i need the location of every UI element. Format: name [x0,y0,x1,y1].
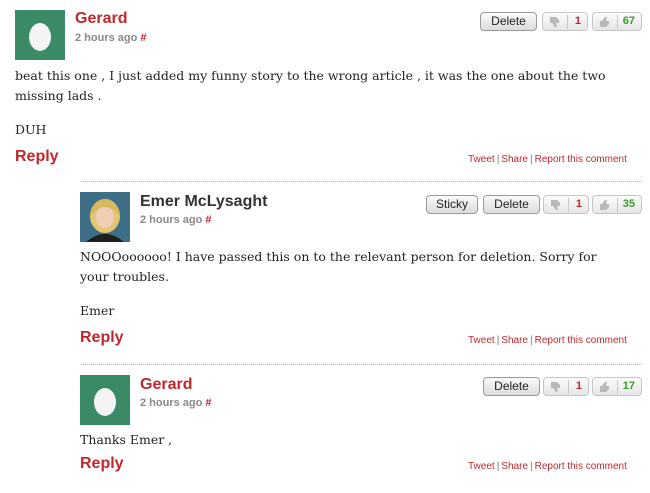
comment-timestamp: 2 hours ago # [140,214,211,226]
comment-body: NOOOoooooo! I have passed this on to the… [80,247,625,335]
thumbs-up-vote[interactable]: 67 [592,12,642,31]
share-link[interactable]: Share [501,461,528,472]
timestamp-text: 2 hours ago [140,214,203,226]
vote-up-count: 67 [622,15,635,27]
thumbs-down-vote[interactable]: 1 [543,377,589,396]
thumbs-down-icon [547,15,565,29]
thumbs-down-icon [548,198,566,212]
divider [81,181,642,182]
timestamp-text: 2 hours ago [140,397,203,409]
vote-up-count: 35 [622,198,635,210]
comment-author[interactable]: Gerard [75,10,127,28]
comment-author[interactable]: Emer McLysaght [140,193,267,211]
vote-down-count: 1 [575,198,582,210]
comment-timestamp: 2 hours ago # [75,32,146,44]
delete-button[interactable]: Delete [483,377,540,396]
permalink[interactable]: # [205,397,211,409]
thumbs-up-vote[interactable]: 35 [592,195,642,214]
report-link[interactable]: Report this comment [535,461,627,472]
permalink[interactable]: # [205,214,211,226]
vote-up-count: 17 [622,380,635,392]
comment-body: beat this one , I just added my funny st… [15,66,635,154]
comment-actions: Tweet | Share | Report this comment [468,154,627,165]
thumbs-down-icon [548,380,566,394]
egg-avatar-icon[interactable] [15,10,65,60]
delete-button[interactable]: Delete [480,12,537,31]
comment-actions: Tweet | Share | Report this comment [468,461,627,472]
thumbs-up-icon [597,380,615,394]
comment-actions: Tweet | Share | Report this comment [468,335,627,346]
thumbs-down-vote[interactable]: 1 [542,12,588,31]
tweet-link[interactable]: Tweet [468,461,495,472]
permalink[interactable]: # [140,32,146,44]
comment-paragraph: Emer [80,303,115,318]
vote-down-count: 1 [574,15,581,27]
reply-button[interactable]: Reply [80,329,124,347]
reply-button[interactable]: Reply [15,148,59,166]
timestamp-text: 2 hours ago [75,32,138,44]
comment-paragraph: beat this one , I just added my funny st… [15,68,606,103]
vote-down-count: 1 [575,380,582,392]
comment-timestamp: 2 hours ago # [140,397,211,409]
thumbs-up-icon [597,198,615,212]
delete-button[interactable]: Delete [483,195,540,214]
comment-author[interactable]: Gerard [140,376,192,394]
comment-paragraph: Thanks Emer , [80,432,173,447]
tweet-link[interactable]: Tweet [468,154,495,165]
user-photo-avatar[interactable] [80,192,130,242]
comment-paragraph: NOOOoooooo! I have passed this on to the… [80,249,597,284]
divider [81,364,642,365]
report-link[interactable]: Report this comment [535,154,627,165]
egg-avatar-icon[interactable] [80,375,130,425]
tweet-link[interactable]: Tweet [468,335,495,346]
comment-paragraph: DUH [15,122,47,137]
thumbs-up-icon [597,15,615,29]
share-link[interactable]: Share [501,335,528,346]
thumbs-up-vote[interactable]: 17 [592,377,642,396]
reply-button[interactable]: Reply [80,455,124,473]
sticky-button[interactable]: Sticky [426,195,478,214]
share-link[interactable]: Share [501,154,528,165]
thumbs-down-vote[interactable]: 1 [543,195,589,214]
comment-body: Thanks Emer , [80,430,625,464]
report-link[interactable]: Report this comment [535,335,627,346]
